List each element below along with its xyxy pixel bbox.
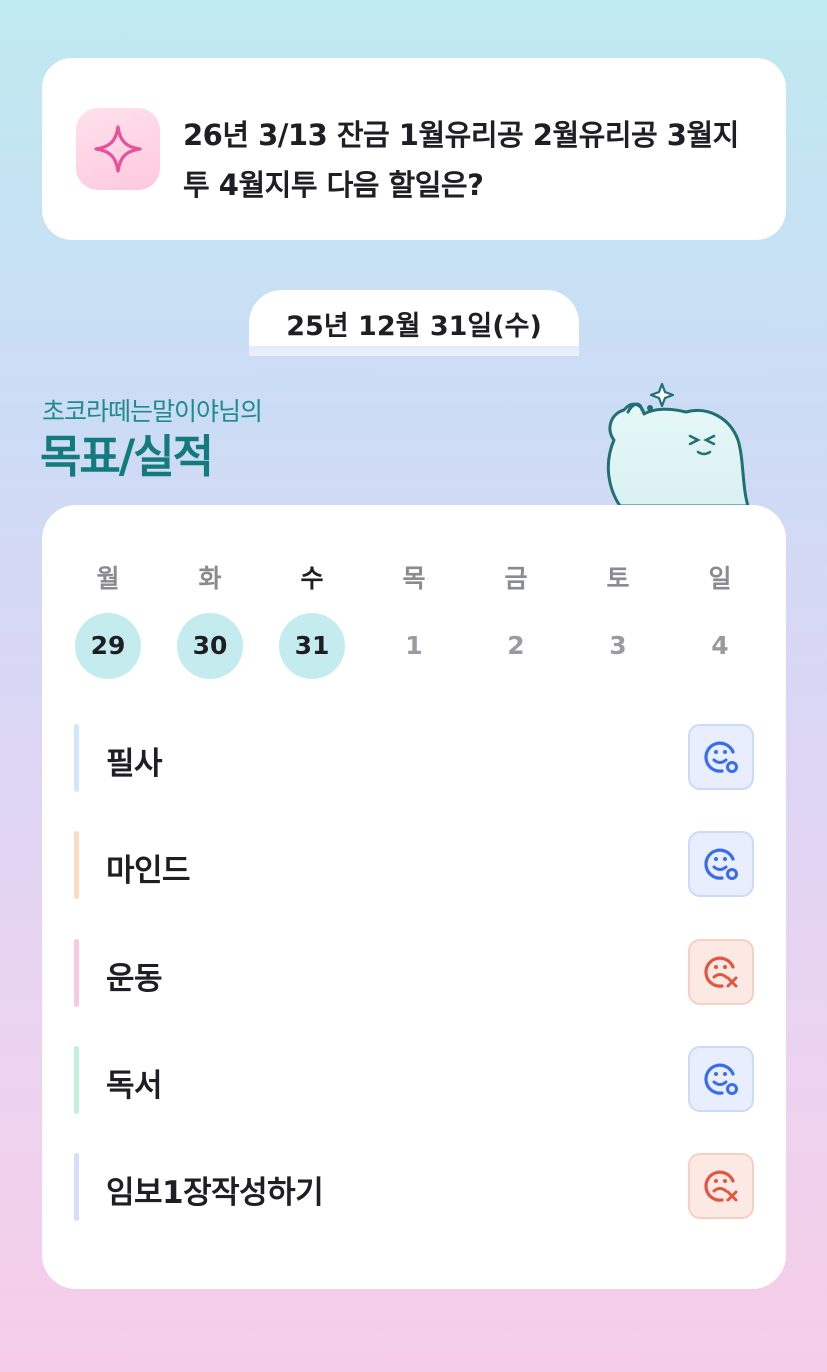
task-label: 필사 [106, 746, 163, 782]
status-button[interactable] [688, 1153, 754, 1219]
question-text: 26년 3/13 잔금 1월유리공 2월유리공 3월지투 4월지투 다음 할일은… [183, 118, 739, 202]
day-name: 목 [402, 564, 426, 593]
task-label: 임보1장작성하기 [106, 1175, 324, 1211]
day-number: 1 [405, 631, 423, 660]
task-color-bar [74, 831, 79, 899]
frown-x-icon [704, 1170, 738, 1202]
divider [0, 346, 827, 376]
day-sat[interactable]: 토 3 [583, 505, 653, 685]
frown-x-icon [704, 956, 738, 988]
task-row[interactable]: 필사 [74, 724, 754, 792]
task-color-bar [74, 724, 79, 792]
status-button[interactable] [688, 1046, 754, 1112]
smile-check-icon [704, 848, 738, 880]
day-number: 3 [609, 631, 627, 660]
mascot-icon [606, 382, 750, 508]
day-wed[interactable]: 수 31 [277, 505, 347, 685]
day-number: 29 [75, 613, 141, 679]
smile-check-icon [704, 1063, 738, 1095]
task-row[interactable]: 운동 [74, 939, 754, 1007]
week-calendar: 월 29 화 30 수 31 목 1 금 2 토 3 일 4 [42, 505, 786, 685]
task-row[interactable]: 마인드 [74, 831, 754, 899]
day-number: 4 [711, 631, 729, 660]
question-card[interactable]: 26년 3/13 잔금 1월유리공 2월유리공 3월지투 4월지투 다음 할일은… [42, 58, 786, 240]
page-title: 목표/실적 [40, 430, 214, 483]
task-label: 운동 [106, 961, 163, 997]
task-color-bar [74, 1153, 79, 1221]
day-tue[interactable]: 화 30 [175, 505, 245, 685]
task-label: 독서 [106, 1068, 163, 1104]
day-name: 화 [198, 564, 222, 593]
day-name: 일 [708, 564, 732, 593]
smile-check-icon [704, 741, 738, 773]
day-number: 30 [177, 613, 243, 679]
day-fri[interactable]: 금 2 [481, 505, 551, 685]
status-button[interactable] [688, 939, 754, 1005]
goal-card: 월 29 화 30 수 31 목 1 금 2 토 3 일 4 필사 마인드 운동… [42, 505, 786, 1289]
task-row[interactable]: 임보1장작성하기 [74, 1153, 754, 1221]
day-name: 수 [300, 564, 324, 593]
status-button[interactable] [688, 831, 754, 897]
day-number: 31 [279, 613, 345, 679]
task-row[interactable]: 독서 [74, 1046, 754, 1114]
day-name: 금 [504, 564, 528, 593]
task-color-bar [74, 939, 79, 1007]
day-mon[interactable]: 월 29 [73, 505, 143, 685]
status-button[interactable] [688, 724, 754, 790]
day-sun[interactable]: 일 4 [685, 505, 755, 685]
day-number: 2 [507, 631, 525, 660]
task-color-bar [74, 1046, 79, 1114]
sparkle-icon [76, 108, 160, 190]
task-label: 마인드 [106, 853, 191, 889]
day-thu[interactable]: 목 1 [379, 505, 449, 685]
day-name: 월 [96, 564, 120, 593]
day-name: 토 [606, 564, 630, 593]
